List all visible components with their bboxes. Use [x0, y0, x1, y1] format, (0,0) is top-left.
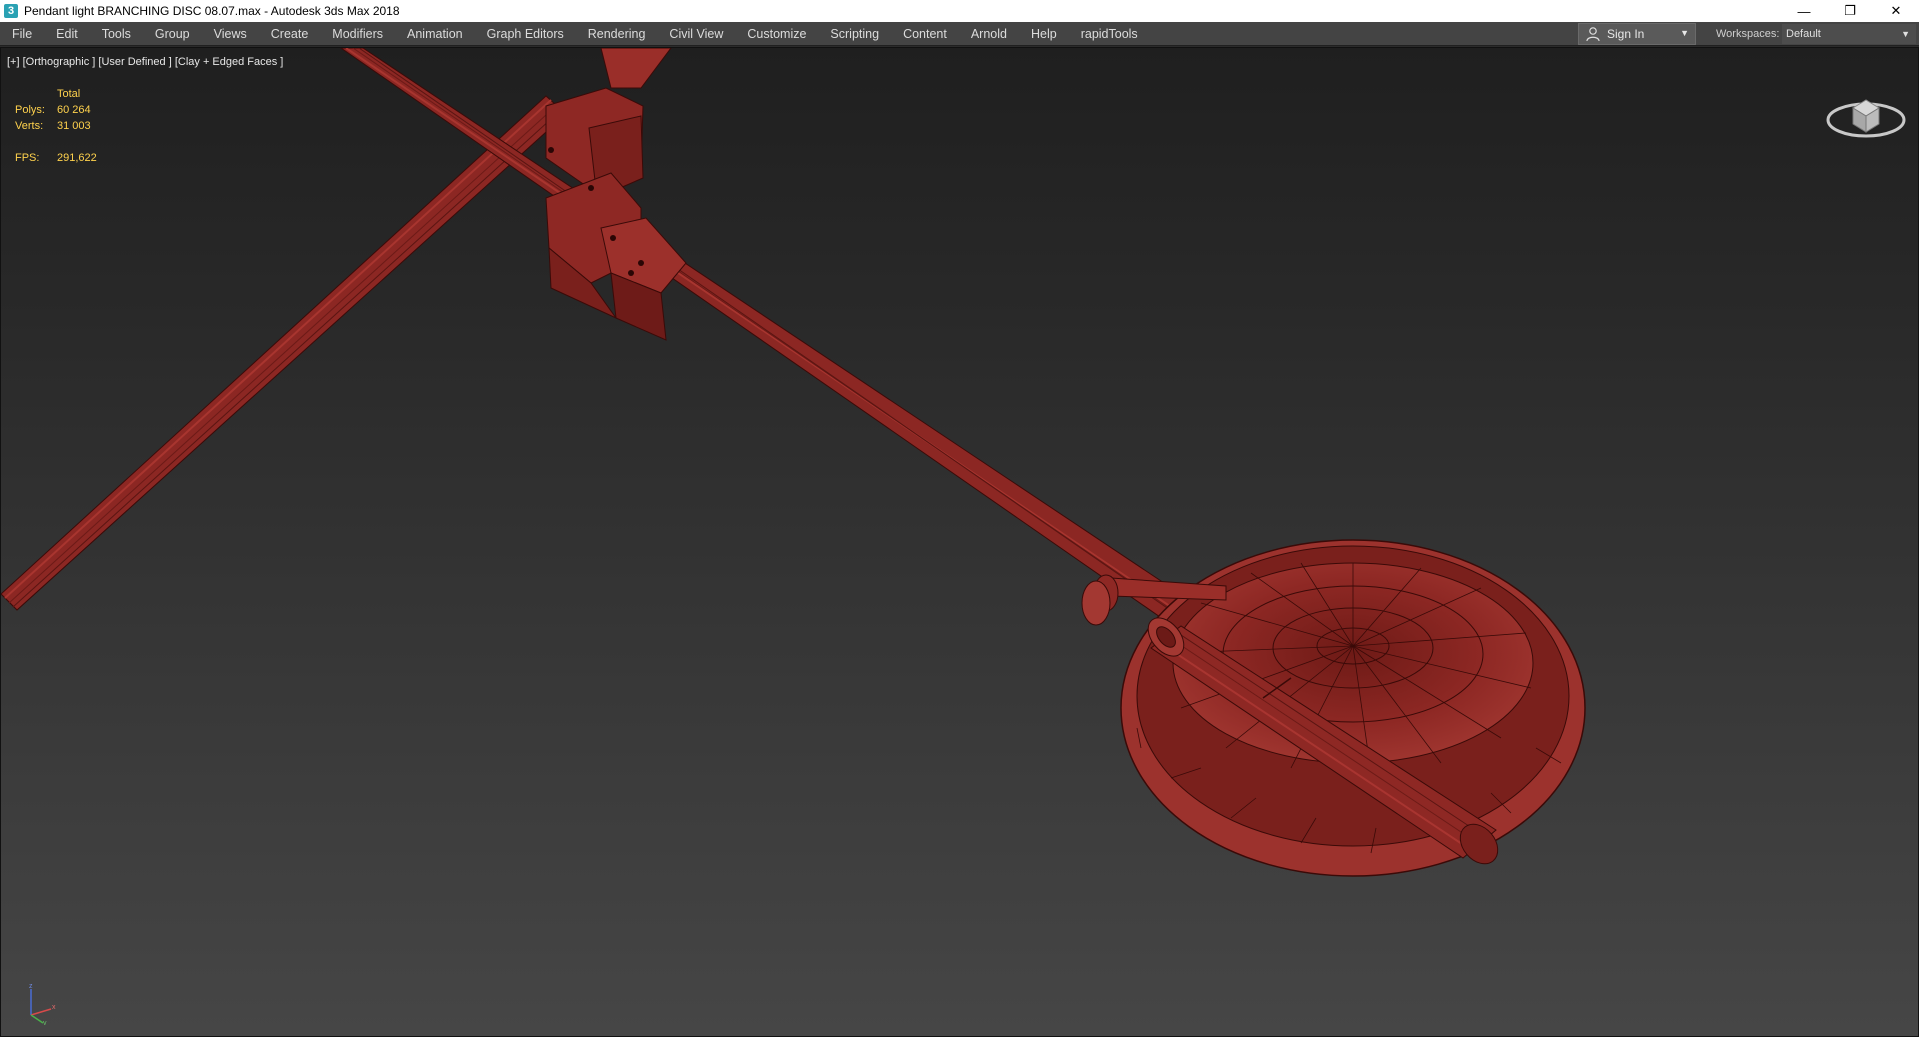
- svg-text:z: z: [29, 983, 33, 990]
- menu-group[interactable]: Group: [143, 22, 202, 46]
- menu-tools[interactable]: Tools: [90, 22, 143, 46]
- menu-rapidtools[interactable]: rapidTools: [1069, 22, 1150, 46]
- workspace-select[interactable]: Default ▼: [1782, 24, 1916, 44]
- svg-text:y: y: [43, 1020, 47, 1025]
- minimize-button[interactable]: —: [1781, 0, 1827, 22]
- left-rod: [1, 95, 567, 611]
- scene-model[interactable]: [1, 48, 1919, 1037]
- restore-button[interactable]: ❐: [1827, 0, 1873, 22]
- stats-header: Total: [57, 88, 81, 100]
- menu-customize[interactable]: Customize: [735, 22, 818, 46]
- stats-overlay: Total Polys: 60 264 Verts: 31 003 FPS: 291,…: [15, 86, 97, 166]
- workspace-value: Default: [1786, 28, 1821, 40]
- window-title: Pendant light BRANCHING DISC 08.07.max -…: [24, 4, 400, 18]
- workspaces-label: Workspaces:: [1716, 28, 1780, 40]
- polys-value: 60 264: [57, 104, 91, 116]
- chevron-down-icon: ▼: [1901, 29, 1910, 39]
- menu-help[interactable]: Help: [1019, 22, 1069, 46]
- close-button[interactable]: ✕: [1873, 0, 1919, 22]
- verts-value: 31 003: [57, 120, 91, 132]
- viewport-label[interactable]: [+] [Orthographic ] [User Defined ] [Cla…: [7, 56, 283, 68]
- window-controls: — ❐ ✕: [1781, 0, 1919, 22]
- menu-arnold[interactable]: Arnold: [959, 22, 1019, 46]
- svg-text:x: x: [52, 1004, 56, 1011]
- menu-civil-view[interactable]: Civil View: [657, 22, 735, 46]
- menu-views[interactable]: Views: [202, 22, 259, 46]
- menu-modifiers[interactable]: Modifiers: [320, 22, 395, 46]
- menu-scripting[interactable]: Scripting: [818, 22, 891, 46]
- fps-label: FPS:: [15, 152, 40, 164]
- menu-file[interactable]: File: [0, 22, 44, 46]
- verts-label: Verts:: [15, 120, 44, 132]
- sign-in-button[interactable]: Sign In ▼: [1578, 23, 1696, 45]
- chevron-down-icon: ▼: [1680, 28, 1689, 38]
- menu-rendering[interactable]: Rendering: [576, 22, 658, 46]
- menu-create[interactable]: Create: [259, 22, 321, 46]
- axis-tripod-icon: z x y: [29, 983, 56, 1025]
- user-icon: [1586, 27, 1600, 42]
- menu-animation[interactable]: Animation: [395, 22, 475, 46]
- polys-label: Polys:: [15, 104, 45, 116]
- menu-bar: File Edit Tools Group Views Create Modif…: [0, 22, 1919, 46]
- app-icon[interactable]: 3: [4, 4, 18, 18]
- joint-block: [545, 48, 687, 341]
- fps-value: 291,622: [57, 152, 97, 164]
- menu-graph-editors[interactable]: Graph Editors: [475, 22, 576, 46]
- viewcube-icon[interactable]: [1821, 78, 1911, 148]
- viewport-perspective[interactable]: [+] [Orthographic ] [User Defined ] [Cla…: [0, 47, 1919, 1037]
- menu-content[interactable]: Content: [891, 22, 959, 46]
- sign-in-label: Sign In: [1607, 27, 1645, 41]
- main-rod: [340, 48, 1192, 627]
- menu-edit[interactable]: Edit: [44, 22, 90, 46]
- title-bar: 3 Pendant light BRANCHING DISC 08.07.max…: [0, 0, 1919, 22]
